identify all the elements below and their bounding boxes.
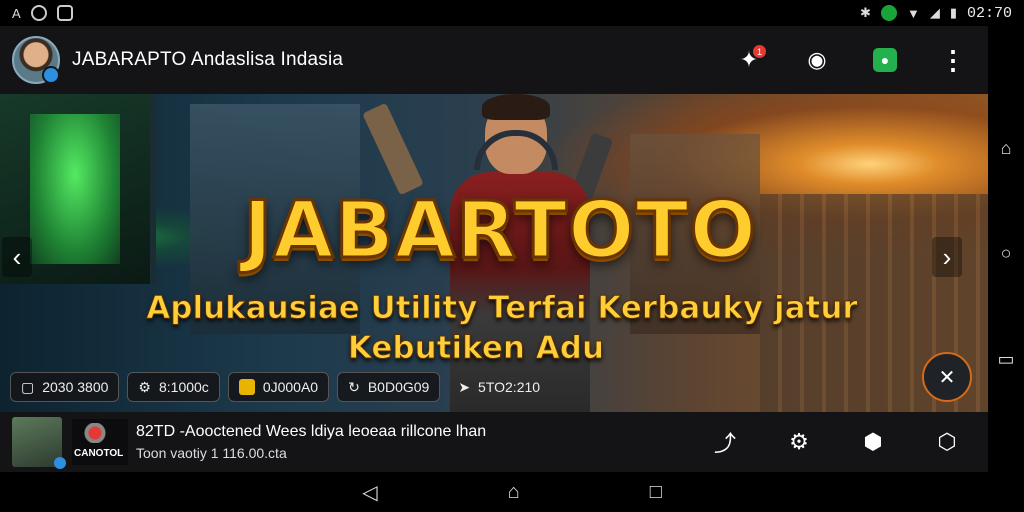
stat-chip-label: 0J000A0 (262, 379, 319, 395)
signal-icon: ◢ (929, 5, 940, 20)
circle-nav-icon[interactable]: ○ (1001, 243, 1012, 264)
banner-subtitle-line1: Aplukausiae Utility Terfai Kerbauky jatu… (146, 290, 858, 327)
hero-banner[interactable]: JABARTOTO Aplukausiae Utility Terfai Ker… (0, 94, 988, 412)
status-clock: 02:70 (966, 4, 1012, 22)
stat-chip[interactable]: ➤ 5TO2:210 (448, 372, 550, 402)
shield-button[interactable]: ⬡ (932, 427, 962, 457)
stat-chip-label: 5TO2:210 (478, 379, 541, 395)
square-icon: ▢ (21, 378, 35, 395)
info-line-2: Toon vaotiy 1 116.00.cta (136, 445, 287, 461)
carousel-next-button[interactable]: › (932, 237, 962, 277)
record-button[interactable]: ⬢ (858, 427, 888, 457)
shield-icon: ⬡ (937, 429, 957, 454)
recents-icon[interactable]: □ (650, 481, 662, 504)
tools-fab-button[interactable]: ✕ (922, 352, 972, 402)
record-icon: ⬢ (863, 429, 883, 454)
home-outline-icon[interactable]: ⌂ (1001, 138, 1012, 159)
share-icon: ⤴ (713, 431, 736, 456)
logo-mark-icon (84, 423, 106, 443)
sync-icon (880, 5, 897, 21)
profile-thumbnail[interactable] (12, 417, 66, 469)
stat-chip[interactable]: ↻ B0D0G09 (337, 372, 441, 402)
refresh-icon: ↻ (348, 378, 360, 395)
verified-badge-icon (42, 66, 60, 84)
stat-chips: ▢ 2030 3800 ⚙ 8:1000c 0J000A0 ↻ B0D0G09 … (10, 372, 550, 402)
chat-button[interactable]: ● (868, 43, 902, 77)
more-icon: ⋮ (940, 45, 966, 75)
settings-button[interactable]: ⚙ (784, 427, 814, 457)
arrow-icon: ➤ (458, 378, 471, 395)
carousel-prev-button[interactable]: ‹ (2, 237, 32, 277)
stat-chip-label: 8:1000c (158, 379, 209, 395)
back-shape-icon[interactable]: ▭ (997, 349, 1014, 370)
chat-icon: ● (873, 48, 897, 72)
support-button[interactable]: ◉ (800, 43, 834, 77)
system-side-nav: ⌂ ○ ▭ (988, 26, 1024, 472)
stat-chip-label: 2030 3800 (42, 379, 109, 395)
share-button[interactable]: ⤴ (710, 427, 740, 457)
wifi-icon: ▼ (906, 5, 920, 21)
support-icon: ◉ (807, 47, 827, 72)
status-bar: A ✱ ▼ ◢ ▮ 02:70 (0, 0, 1024, 26)
logo-label: CANOTOL (74, 448, 124, 459)
back-triangle-icon[interactable]: ◁ (362, 480, 377, 505)
app-header: JABARAPTO Andaslisa Indasia ✦ 1 ◉ ● ⋮ (0, 26, 988, 94)
chevron-right-icon: › (942, 241, 952, 272)
stat-chip-label: B0D0G09 (367, 379, 430, 395)
controller-icon: ⚙ (138, 378, 151, 395)
tools-icon: ✕ (938, 366, 956, 389)
folder-icon (238, 379, 255, 395)
battery-icon: ▮ (949, 5, 957, 20)
banner-subtitle-line2: Kebutiken Adu (347, 330, 605, 367)
home-icon[interactable]: ⌂ (508, 481, 520, 504)
verified-badge-icon (54, 457, 66, 469)
bottom-info-bar: CANOTOL 82TD -Aooctened Wees ldiya leoea… (0, 412, 988, 472)
stat-chip[interactable]: 0J000A0 (227, 372, 330, 402)
gun-art (362, 102, 424, 196)
notification-button[interactable]: ✦ 1 (732, 43, 766, 77)
image-icon (56, 5, 73, 21)
app-a-icon: A (12, 5, 21, 21)
system-navigation-bar: ◁ ⌂ □ (0, 472, 1024, 512)
settings-icon: ⚙ (789, 429, 809, 454)
more-button[interactable]: ⋮ (936, 43, 970, 77)
app-title: JABARAPTO Andaslisa Indasia (72, 49, 344, 70)
stat-chip[interactable]: ⚙ 8:1000c (127, 372, 220, 402)
circle-app-icon (30, 5, 47, 21)
bluetooth-icon: ✱ (860, 5, 871, 20)
avatar[interactable] (12, 36, 60, 84)
info-line-1: 82TD -Aooctened Wees ldiya leoeaa rillco… (136, 423, 487, 440)
banner-title: JABARTOTO (242, 185, 758, 278)
stat-chip[interactable]: ▢ 2030 3800 (10, 372, 120, 402)
brand-logo: CANOTOL (72, 419, 128, 465)
chevron-left-icon: ‹ (12, 241, 22, 272)
notification-badge: 1 (753, 45, 766, 58)
